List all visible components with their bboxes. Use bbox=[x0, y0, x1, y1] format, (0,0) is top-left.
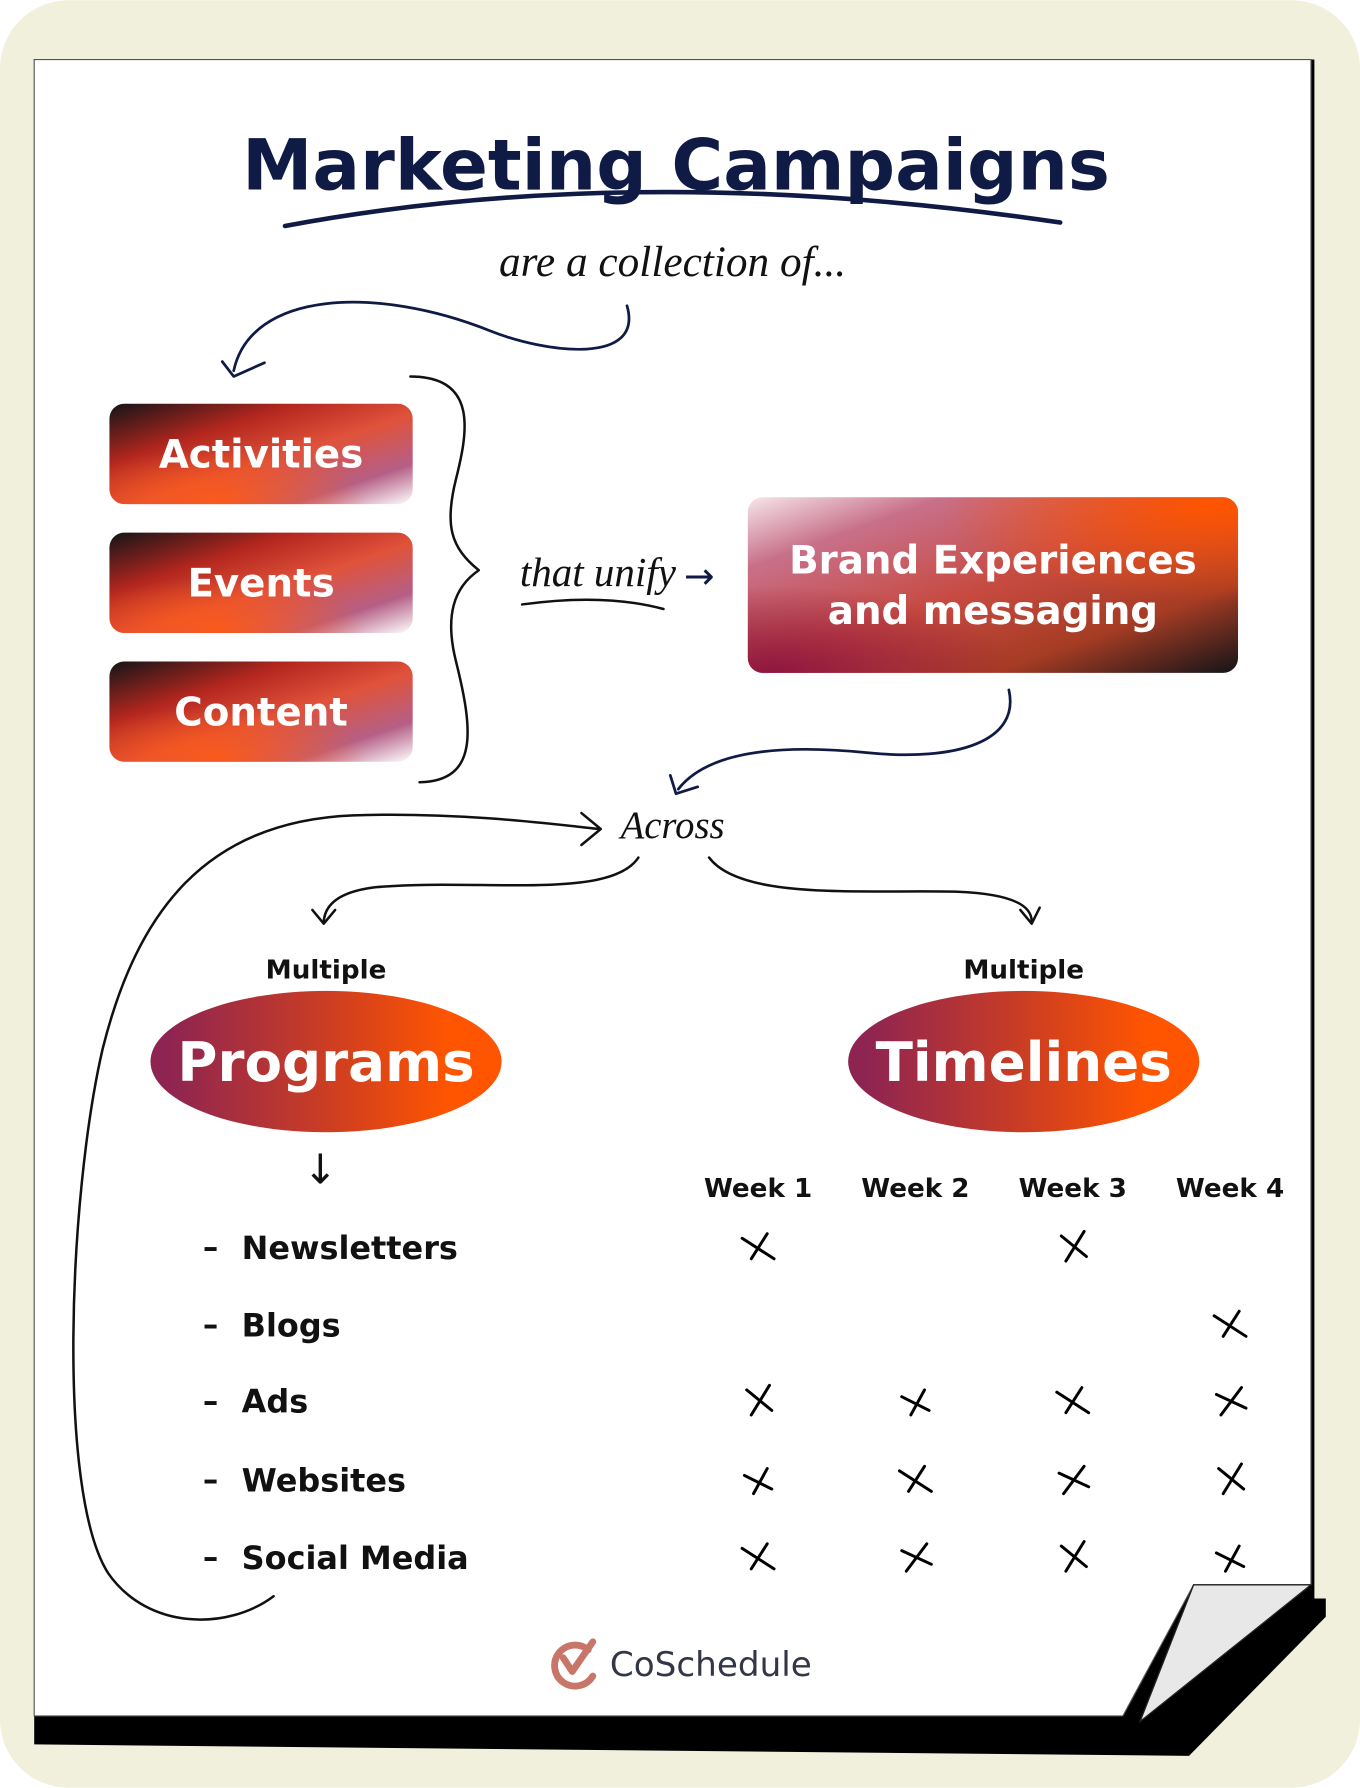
week-header: Week 4 bbox=[1176, 1174, 1284, 1204]
program-dash: – bbox=[203, 1384, 218, 1420]
subtitle: are a collection of... bbox=[499, 238, 846, 286]
timelines-qualifier: Multiple bbox=[963, 955, 1084, 985]
program-dash: – bbox=[203, 1540, 218, 1576]
brand-line-2: and messaging bbox=[828, 589, 1158, 634]
program-row-label: Newsletters bbox=[242, 1229, 458, 1267]
programs-arrow: ↓ bbox=[303, 1146, 337, 1194]
program-dash: – bbox=[203, 1462, 218, 1498]
week-header: Week 2 bbox=[861, 1174, 969, 1204]
item-events: Events bbox=[109, 532, 413, 633]
week-header: Week 1 bbox=[704, 1174, 812, 1204]
program-row-label: Websites bbox=[242, 1461, 406, 1499]
program-dash: – bbox=[203, 1230, 218, 1266]
brand-experiences-box: Brand Experiences and messaging bbox=[747, 497, 1239, 673]
program-row-label: Ads bbox=[242, 1383, 309, 1421]
timelines-label: Timelines bbox=[876, 1030, 1172, 1094]
item-activities: Activities bbox=[109, 403, 413, 505]
week-header: Week 3 bbox=[1019, 1174, 1127, 1204]
logo-text: CoSchedule bbox=[610, 1645, 812, 1685]
program-row-label: Blogs bbox=[242, 1306, 341, 1344]
across-text: Across bbox=[618, 804, 725, 847]
item-label: Events bbox=[187, 561, 334, 606]
item-content: Content bbox=[109, 661, 413, 762]
connector-text: that unify bbox=[520, 549, 677, 595]
program-row-label: Social Media bbox=[242, 1539, 469, 1577]
program-dash: – bbox=[203, 1307, 218, 1343]
item-label: Activities bbox=[159, 433, 363, 478]
paper bbox=[33, 58, 1312, 1717]
item-label: Content bbox=[174, 690, 348, 735]
programs-label: Programs bbox=[177, 1030, 474, 1094]
programs-qualifier: Multiple bbox=[266, 955, 387, 985]
infographic: Marketing Campaigns are a collection of.… bbox=[0, 0, 1360, 1788]
connector-arrow: → bbox=[684, 554, 715, 597]
brand-line-1: Brand Experiences bbox=[789, 539, 1197, 584]
